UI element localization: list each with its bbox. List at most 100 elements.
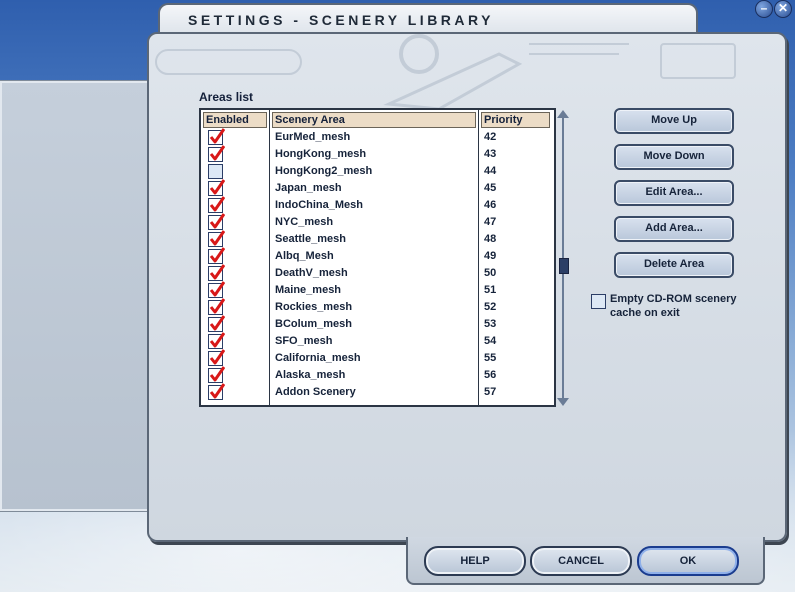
add-area-button[interactable]: Add Area... (614, 216, 734, 242)
decorative-panel-icon (660, 43, 736, 79)
left-side-panel (0, 80, 151, 512)
ok-button[interactable]: OK (637, 546, 739, 576)
enabled-checkbox[interactable] (208, 383, 225, 400)
enabled-checkbox[interactable] (208, 247, 225, 264)
settings-panel: Areas list Enabled Scenery Area Priority… (147, 32, 787, 542)
cancel-button[interactable]: CANCEL (530, 546, 632, 576)
checkmark-icon (209, 247, 225, 263)
scenery-area-priority: 52 (484, 301, 497, 313)
move-up-button[interactable]: Move Up (614, 108, 734, 134)
scenery-area-priority: 49 (484, 250, 497, 262)
list-item[interactable]: IndoChina_Mesh 46 (201, 196, 554, 214)
checkmark-icon (209, 179, 225, 195)
enabled-checkbox[interactable] (208, 332, 225, 349)
enabled-checkbox[interactable] (208, 315, 225, 332)
enabled-checkbox[interactable] (208, 264, 225, 281)
edit-area-button[interactable]: Edit Area... (614, 180, 734, 206)
minimize-icon[interactable]: – (755, 0, 773, 18)
checkmark-icon (209, 349, 225, 365)
priority-column-header[interactable]: Priority (481, 112, 550, 128)
checkmark-icon (209, 230, 225, 246)
scenery-area-name: NYC_mesh (275, 216, 334, 228)
scenery-areas-list[interactable]: Enabled Scenery Area Priority EurMed_mes… (199, 108, 556, 407)
scenery-area-priority: 54 (484, 335, 497, 347)
enabled-checkbox[interactable] (208, 298, 225, 315)
enabled-checkbox[interactable] (208, 349, 225, 366)
enabled-checkbox[interactable] (208, 145, 225, 162)
enabled-column-header[interactable]: Enabled (203, 112, 267, 128)
enabled-checkbox[interactable] (208, 128, 225, 145)
scenery-area-name: Addon Scenery (275, 386, 356, 398)
empty-cache-label: Empty CD-ROM scenery cache on exit (610, 293, 737, 319)
scenery-area-name: Maine_mesh (275, 284, 342, 296)
checkmark-icon (209, 281, 225, 297)
list-item[interactable]: HongKong2_mesh 44 (201, 163, 554, 180)
scenery-area-priority: 44 (484, 165, 497, 177)
list-item[interactable]: DeathV_mesh 50 (201, 264, 554, 282)
enabled-checkbox[interactable] (208, 213, 225, 230)
move-down-button[interactable]: Move Down (614, 144, 734, 170)
scenery-area-name: IndoChina_Mesh (275, 199, 364, 211)
list-item[interactable]: BColum_mesh 53 (201, 315, 554, 333)
list-item[interactable]: Addon Scenery 57 (201, 383, 554, 401)
checkmark-icon (209, 145, 225, 161)
enabled-checkbox[interactable] (208, 179, 225, 196)
checkmark-icon (209, 213, 225, 229)
list-item[interactable]: Maine_mesh 51 (201, 281, 554, 299)
checkmark-icon (209, 383, 225, 399)
list-item[interactable]: Alaska_mesh 56 (201, 366, 554, 384)
enabled-checkbox[interactable] (208, 281, 225, 298)
scenery-area-priority: 57 (484, 386, 497, 398)
checkmark-icon (209, 128, 225, 144)
scroll-thumb[interactable] (559, 258, 569, 274)
close-icon[interactable]: ✕ (774, 0, 792, 18)
scenery-area-name: Japan_mesh (275, 182, 342, 194)
scenery-area-priority: 48 (484, 233, 497, 245)
checkmark-icon (209, 315, 225, 331)
checkmark-icon (209, 264, 225, 280)
list-scrollbar[interactable] (557, 110, 569, 406)
scenery-area-name: EurMed_mesh (275, 131, 351, 143)
scenery-area-priority: 56 (484, 369, 497, 381)
delete-area-button[interactable]: Delete Area (614, 252, 734, 278)
list-item[interactable]: Seattle_mesh 48 (201, 230, 554, 248)
checkmark-icon (209, 196, 225, 212)
list-item[interactable]: California_mesh 55 (201, 349, 554, 367)
enabled-checkbox[interactable] (208, 196, 225, 213)
enabled-checkbox[interactable] (208, 164, 223, 179)
list-item[interactable]: Albq_Mesh 49 (201, 247, 554, 265)
scenery-area-priority: 55 (484, 352, 497, 364)
scenery-area-name: Rockies_mesh (275, 301, 353, 313)
scroll-down-icon[interactable] (557, 398, 569, 406)
scenery-area-name: Seattle_mesh (275, 233, 346, 245)
enabled-checkbox[interactable] (208, 230, 225, 247)
scenery-area-priority: 53 (484, 318, 497, 330)
enabled-checkbox[interactable] (208, 366, 225, 383)
checkmark-icon (209, 332, 225, 348)
window-title: SETTINGS - SCENERY LIBRARY (188, 12, 494, 28)
scenery-area-name: Albq_Mesh (275, 250, 334, 262)
scenery-area-priority: 46 (484, 199, 497, 211)
scenery-area-name: California_mesh (275, 352, 361, 364)
empty-cache-checkbox[interactable] (591, 294, 606, 309)
scenery-area-column-header[interactable]: Scenery Area (272, 112, 476, 128)
scenery-area-name: BColum_mesh (275, 318, 353, 330)
scroll-track[interactable] (562, 116, 564, 398)
scenery-area-name: HongKong_mesh (275, 148, 367, 160)
decorative-gauge-icon (155, 49, 302, 75)
footer-bar: HELP CANCEL OK (406, 537, 765, 585)
list-item[interactable]: Rockies_mesh 52 (201, 298, 554, 316)
scenery-area-name: SFO_mesh (275, 335, 333, 347)
list-item[interactable]: NYC_mesh 47 (201, 213, 554, 231)
list-item[interactable]: EurMed_mesh 42 (201, 128, 554, 146)
list-item[interactable]: SFO_mesh 54 (201, 332, 554, 350)
list-item[interactable]: Japan_mesh 45 (201, 179, 554, 197)
scenery-area-name: Alaska_mesh (275, 369, 346, 381)
list-item[interactable]: HongKong_mesh 43 (201, 145, 554, 163)
help-button[interactable]: HELP (424, 546, 526, 576)
checkmark-icon (209, 298, 225, 314)
scenery-area-priority: 43 (484, 148, 497, 160)
scenery-area-name: HongKong2_mesh (275, 165, 373, 177)
scenery-area-priority: 51 (484, 284, 497, 296)
scenery-area-name: DeathV_mesh (275, 267, 348, 279)
